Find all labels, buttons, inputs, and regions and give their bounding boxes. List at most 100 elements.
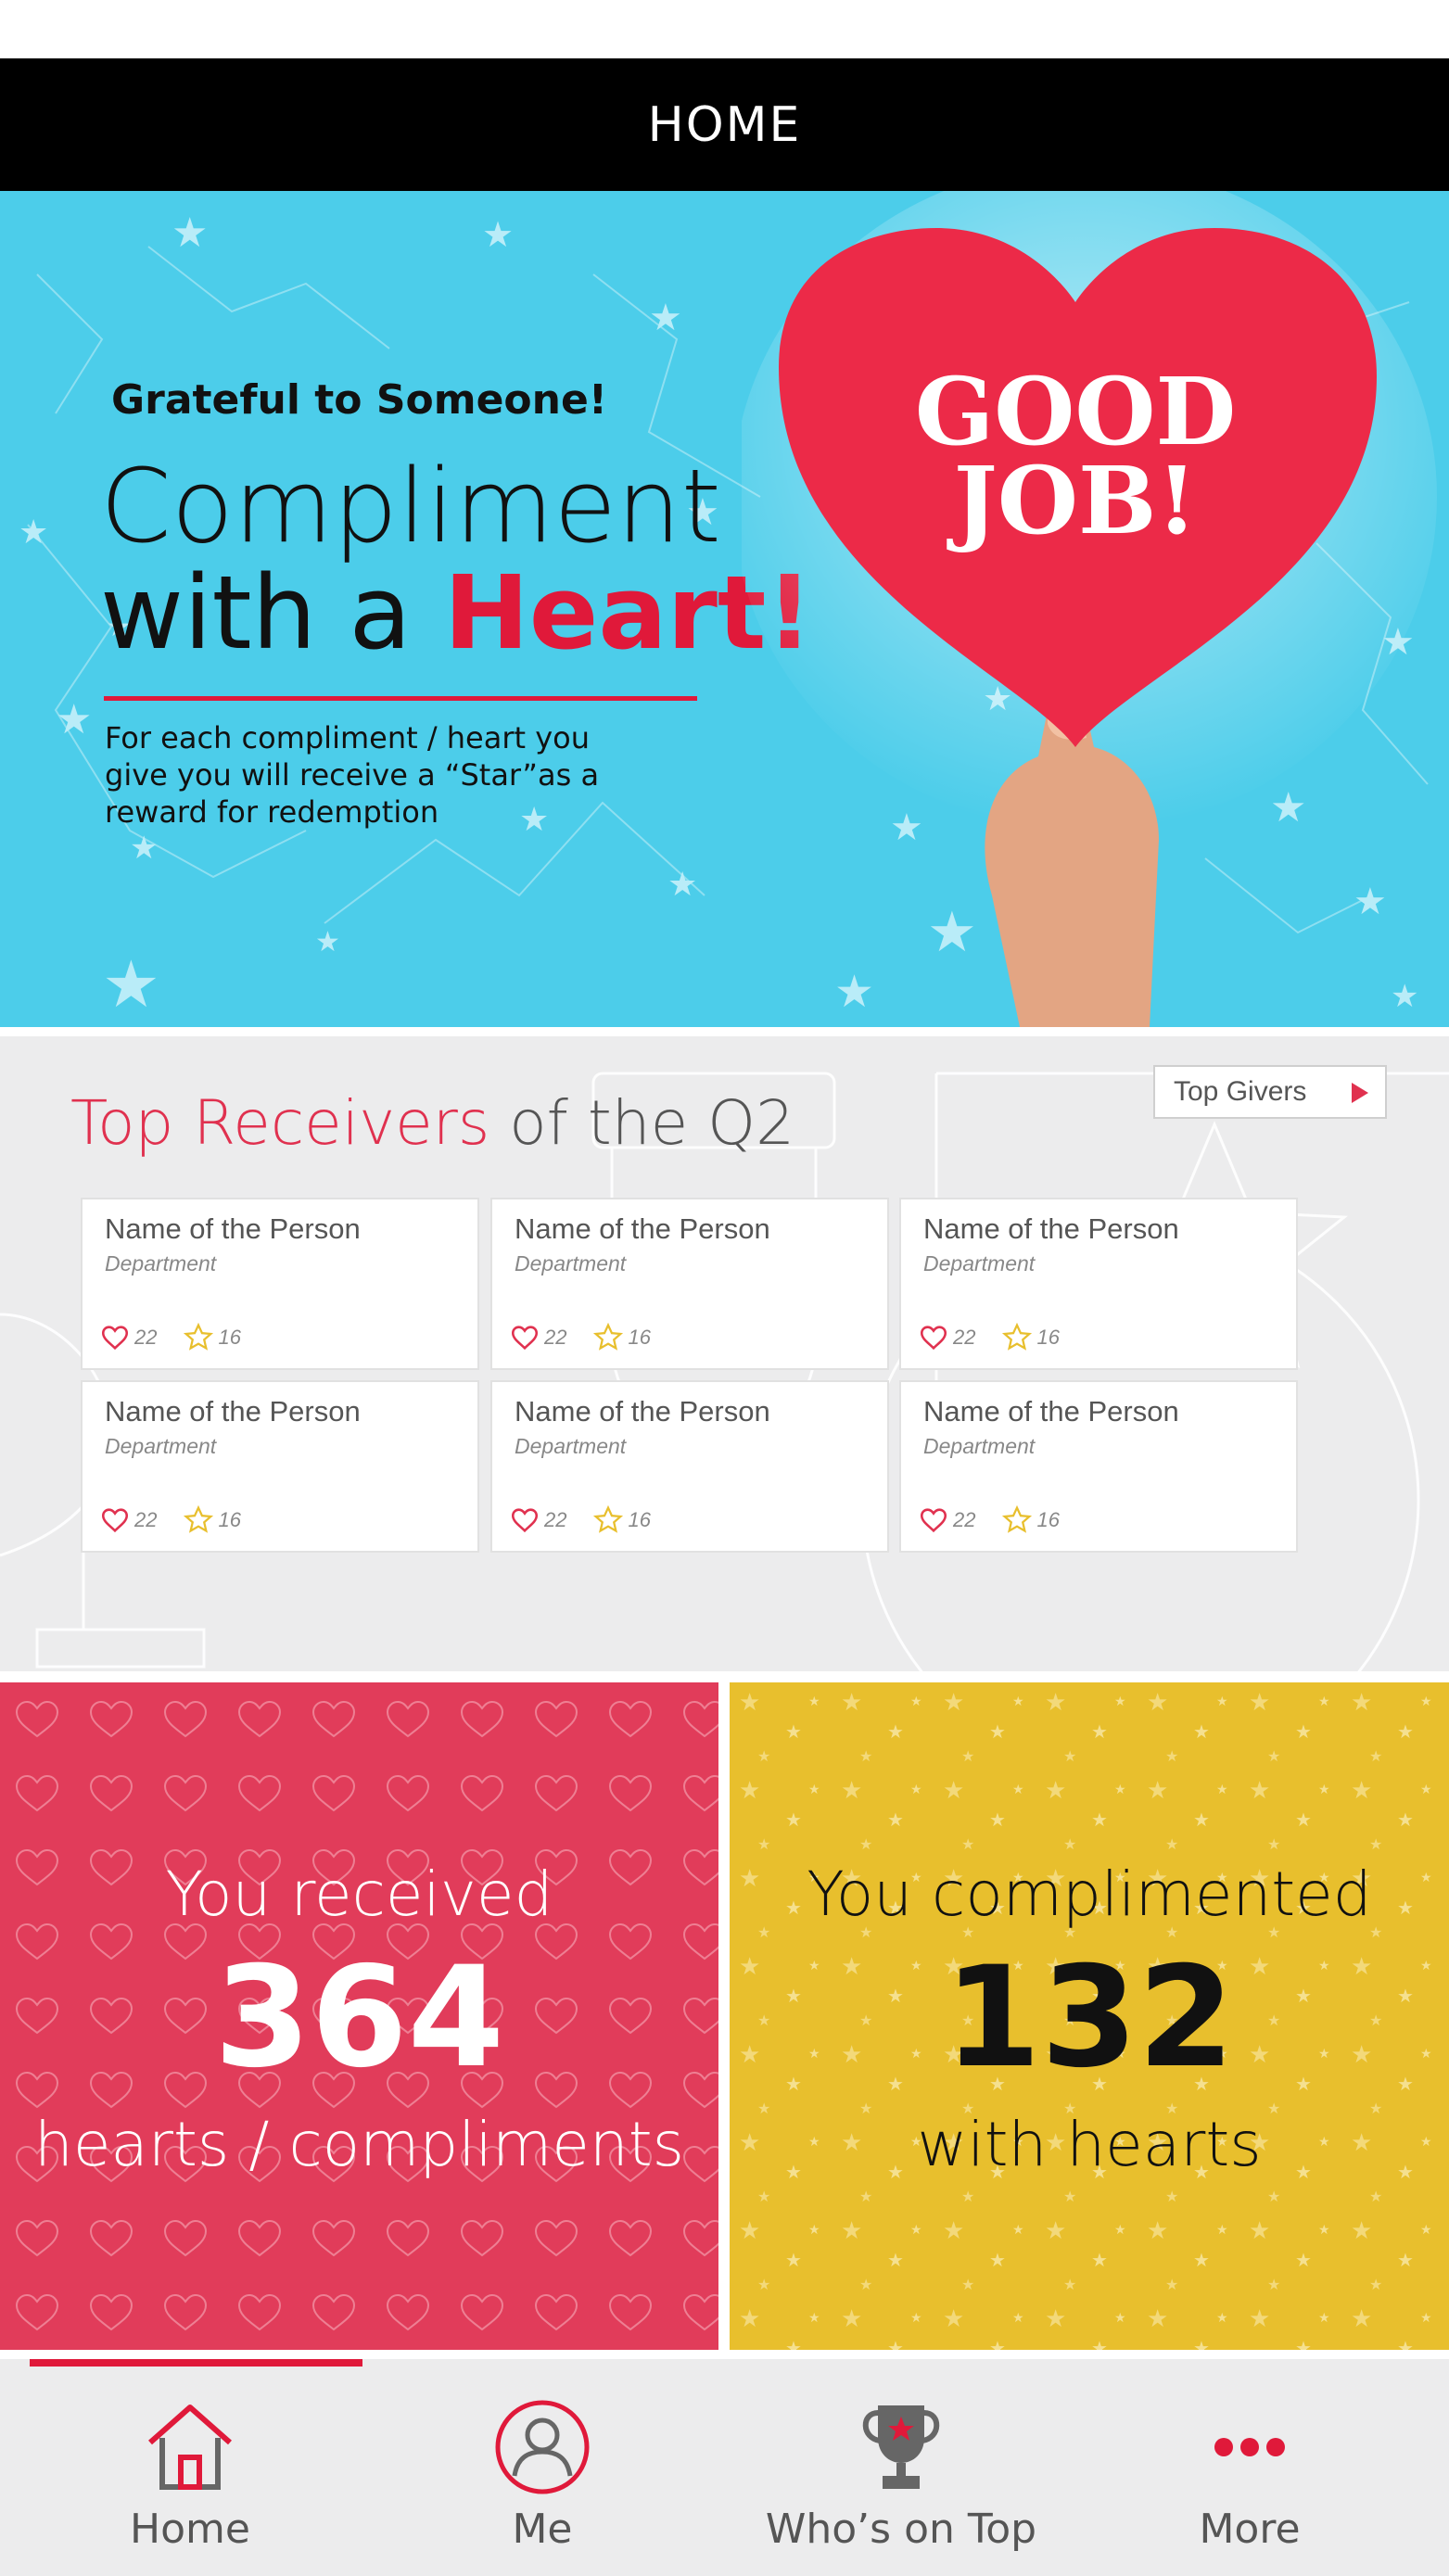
- nav-item-more[interactable]: More: [1111, 2396, 1389, 2572]
- top-receivers-title-rest: of the Q2: [489, 1087, 795, 1159]
- person-name: Name of the Person: [105, 1395, 361, 1428]
- svg-text:★: ★: [56, 697, 92, 742]
- heart-outline-icon: [511, 1508, 539, 1533]
- nav-label-whos-on-top: Who’s on Top: [765, 2506, 1037, 2553]
- nav-label-more: More: [1199, 2506, 1301, 2553]
- heart-count: 22: [953, 1508, 976, 1531]
- nav-item-whos-on-top[interactable]: Who’s on Top: [762, 2396, 1040, 2572]
- star-outline-icon: [593, 1504, 624, 1533]
- card-stats: 22 16: [918, 1322, 1086, 1353]
- person-name: Name of the Person: [923, 1395, 1179, 1428]
- card-stats: 22 16: [918, 1504, 1086, 1536]
- heart-in-hand-illustration: [742, 191, 1437, 1027]
- top-givers-button[interactable]: Top Givers: [1153, 1065, 1387, 1119]
- receiver-card[interactable]: Name of the Person Department 22 16: [490, 1198, 889, 1370]
- top-bar: HOME: [0, 58, 1449, 191]
- complimented-summary-tile[interactable]: ★ ★ ★ ★ You complimented 132 with hearts: [730, 1682, 1449, 2350]
- play-arrow-icon: [1352, 1083, 1368, 1103]
- more-icon: [1214, 2438, 1285, 2456]
- heart-count: 22: [544, 1508, 567, 1531]
- receiver-card[interactable]: Name of the Person Department 22 16: [899, 1380, 1298, 1553]
- heart-message-line-1: GOOD: [914, 357, 1237, 466]
- heart-message: GOOD JOB!: [816, 357, 1335, 555]
- hero-title-prefix: with a: [100, 553, 444, 672]
- card-stats: 22 16: [509, 1504, 677, 1536]
- top-receivers-title: Top Receivers of the Q2: [70, 1087, 794, 1159]
- person-name: Name of the Person: [515, 1212, 770, 1245]
- trophy-icon: [862, 2405, 940, 2489]
- active-tab-indicator: [30, 2359, 362, 2367]
- star-count: 16: [1036, 1508, 1060, 1531]
- receiver-card[interactable]: Name of the Person Department 22 16: [490, 1380, 889, 1553]
- received-count: 364: [213, 1937, 505, 2099]
- heart-outline-icon: [101, 1508, 129, 1533]
- bottom-navigation: Home Me Who’s on Top More: [0, 2359, 1449, 2576]
- person-department: Department: [105, 1251, 217, 1275]
- star-count: 16: [1036, 1326, 1060, 1349]
- person-name: Name of the Person: [923, 1212, 1179, 1245]
- svg-text:★: ★: [482, 216, 514, 255]
- received-label: You received: [165, 1859, 553, 1930]
- person-name: Name of the Person: [515, 1395, 770, 1428]
- star-count: 16: [218, 1508, 241, 1531]
- top-givers-label: Top Givers: [1174, 1076, 1307, 1107]
- receiver-card[interactable]: Name of the Person Department 22 16: [899, 1198, 1298, 1370]
- user-icon: [495, 2400, 590, 2494]
- svg-text:★: ★: [102, 948, 160, 1021]
- person-department: Department: [515, 1434, 627, 1458]
- star-outline-icon: [1002, 1322, 1033, 1351]
- hero-title-line-2: with a Heart!: [100, 557, 813, 668]
- hero-title-line-1: Compliment: [100, 447, 721, 565]
- star-outline-icon: [593, 1322, 624, 1351]
- star-outline-icon: [184, 1322, 214, 1351]
- heart-outline-icon: [920, 1508, 947, 1533]
- star-outline-icon: [184, 1504, 214, 1533]
- received-unit: hearts / compliments: [34, 2109, 684, 2180]
- hero-kicker: Grateful to Someone!: [111, 376, 607, 424]
- svg-text:★: ★: [19, 513, 48, 551]
- heart-count: 22: [134, 1508, 158, 1531]
- top-receivers-section: Top Receivers of the Q2 Top Givers Name …: [0, 1036, 1449, 1671]
- person-department: Department: [105, 1434, 217, 1458]
- status-strip: [0, 0, 1449, 58]
- heart-count: 22: [953, 1326, 976, 1349]
- heart-outline-icon: [511, 1326, 539, 1351]
- person-name: Name of the Person: [105, 1212, 361, 1245]
- complimented-label: You complimented: [807, 1859, 1372, 1930]
- top-receivers-title-accent: Top Receivers: [70, 1087, 490, 1159]
- heart-outline-icon: [101, 1326, 129, 1351]
- star-count: 16: [218, 1326, 241, 1349]
- receiver-card[interactable]: Name of the Person Department 22 16: [81, 1380, 479, 1553]
- svg-text:★: ★: [649, 298, 682, 338]
- star-count: 16: [628, 1326, 651, 1349]
- nav-item-home[interactable]: Home: [51, 2396, 329, 2572]
- nav-label-home: Home: [130, 2506, 250, 2553]
- nav-label-me: Me: [512, 2506, 573, 2553]
- person-department: Department: [923, 1251, 1036, 1275]
- received-summary-tile[interactable]: You received 364 hearts / compliments: [0, 1682, 718, 2350]
- star-outline-icon: [1002, 1504, 1033, 1533]
- star-count: 16: [628, 1508, 651, 1531]
- svg-text:★: ★: [130, 831, 158, 866]
- svg-text:★: ★: [667, 865, 697, 903]
- complimented-unit: with hearts: [917, 2109, 1262, 2180]
- heart-count: 22: [544, 1326, 567, 1349]
- person-department: Department: [923, 1434, 1036, 1458]
- svg-text:★: ★: [172, 210, 208, 256]
- card-stats: 22 16: [99, 1504, 267, 1536]
- person-department: Department: [515, 1251, 627, 1275]
- hero-description: For each compliment / heart you give you…: [105, 720, 600, 830]
- card-stats: 22 16: [99, 1322, 267, 1353]
- card-stats: 22 16: [509, 1322, 677, 1353]
- heart-message-line-2: JOB!: [953, 446, 1198, 555]
- receiver-card[interactable]: Name of the Person Department 22 16: [81, 1198, 479, 1370]
- heart-count: 22: [134, 1326, 158, 1349]
- hero-divider: [104, 696, 697, 701]
- complimented-count: 132: [944, 1937, 1235, 2099]
- page-title: HOME: [647, 96, 802, 153]
- heart-outline-icon: [920, 1326, 947, 1351]
- svg-text:★: ★: [315, 927, 340, 958]
- nav-item-me[interactable]: Me: [403, 2396, 681, 2572]
- hero-banner[interactable]: ★ ★ ★ ★ ★ ★ ★ ★ ★ ★ ★ ★ ★ ★ ★ ★ ★ ★ ★ ★ …: [0, 191, 1449, 1027]
- home-icon: [148, 2405, 232, 2490]
